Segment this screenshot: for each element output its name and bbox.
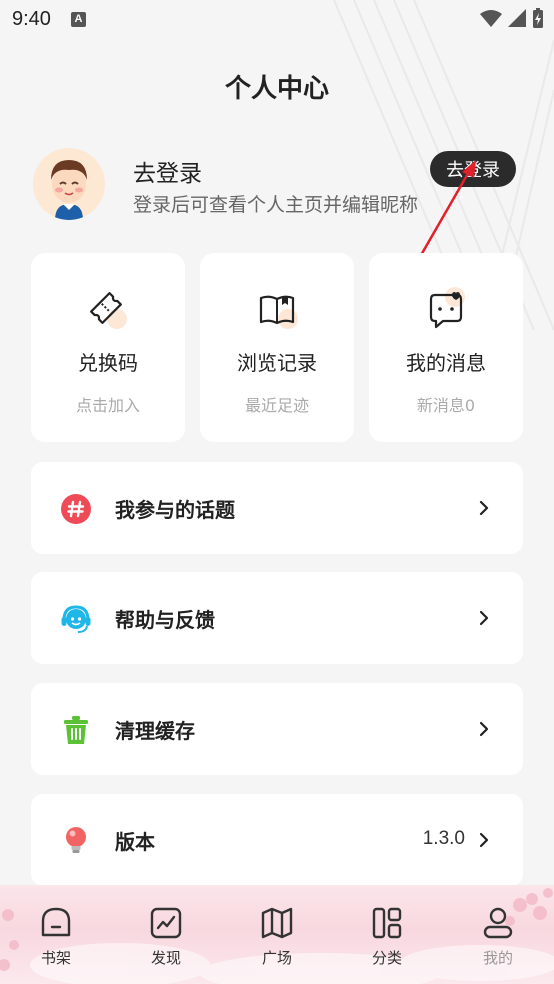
- bulb-icon: [66, 827, 86, 853]
- tab-label: 书架: [40, 949, 71, 967]
- card-subtitle: 最近足迹: [244, 396, 309, 415]
- book-icon: [259, 295, 298, 329]
- tab-label: 发现: [150, 949, 181, 967]
- message-heart-icon: [429, 287, 465, 329]
- ticket-icon: [90, 292, 127, 329]
- battery-icon: [533, 8, 543, 28]
- signal-icon: [508, 9, 526, 27]
- card-title: 浏览记录: [237, 351, 317, 375]
- notification-a-icon: A: [70, 11, 86, 27]
- tab-mine[interactable]: 我的: [458, 905, 538, 975]
- category-icon: [372, 907, 402, 939]
- hashtag-icon: [61, 494, 91, 524]
- login-button[interactable]: 去登录: [430, 151, 516, 187]
- status-bar: 9:40 A: [0, 0, 554, 38]
- page-title: 个人中心: [224, 74, 329, 104]
- headset-icon: [61, 605, 91, 633]
- map-icon: [261, 907, 293, 939]
- menu-row-clear-cache[interactable]: 清理缓存: [31, 683, 523, 775]
- menu-label: 版本: [115, 830, 155, 854]
- avatar-illustration: [33, 148, 105, 220]
- profile-name[interactable]: 去登录: [133, 154, 202, 188]
- tab-bookshelf[interactable]: 书架: [16, 905, 96, 975]
- card-subtitle: 新消息0: [416, 396, 476, 415]
- menu-row-help-feedback[interactable]: 帮助与反馈: [31, 572, 523, 664]
- menu-row-topics[interactable]: 我参与的话题: [31, 462, 523, 554]
- tab-discover[interactable]: 发现: [126, 905, 206, 975]
- chevron-right-icon: [479, 610, 489, 626]
- wifi-icon: [480, 10, 502, 27]
- card-browse-history[interactable]: 浏览记录 最近足迹: [200, 253, 354, 442]
- version-value: 1.3.0: [422, 828, 465, 849]
- card-title: 兑换码: [78, 351, 138, 375]
- menu-label: 清理缓存: [115, 719, 195, 743]
- card-subtitle: 点击加入: [75, 396, 140, 415]
- tab-category[interactable]: 分类: [347, 905, 427, 975]
- bottom-tab-bar: 书架 发现 广场 分类 我的: [0, 885, 554, 984]
- tab-square[interactable]: 广场: [237, 905, 317, 975]
- profile-icon: [483, 907, 513, 939]
- card-redeem-code[interactable]: 兑换码 点击加入: [31, 253, 185, 442]
- discover-chart-icon: [150, 907, 182, 939]
- chevron-right-icon: [479, 500, 489, 516]
- profile-description: 登录后可查看个人主页并编辑昵称: [133, 194, 419, 216]
- card-my-messages[interactable]: 我的消息 新消息0: [369, 253, 523, 442]
- avatar[interactable]: [33, 148, 105, 220]
- status-time: 9:40: [12, 7, 51, 30]
- feature-cards: 兑换码 点击加入 浏览记录 最近足迹 我的消息 新消息0: [31, 253, 523, 442]
- tab-label: 广场: [261, 949, 292, 967]
- card-title: 我的消息: [406, 351, 486, 375]
- tab-label: 我的: [482, 949, 513, 967]
- tab-label: 分类: [371, 949, 402, 967]
- menu-row-version[interactable]: 版本 1.3.0: [31, 794, 523, 886]
- menu-label: 我参与的话题: [115, 498, 235, 522]
- profile-section: 去登录 登录后可查看个人主页并编辑昵称 去登录: [33, 148, 523, 220]
- trash-icon: [64, 716, 88, 744]
- chevron-right-icon: [479, 832, 489, 848]
- bookshelf-icon: [41, 907, 71, 937]
- chevron-right-icon: [479, 721, 489, 737]
- menu-label: 帮助与反馈: [115, 608, 215, 632]
